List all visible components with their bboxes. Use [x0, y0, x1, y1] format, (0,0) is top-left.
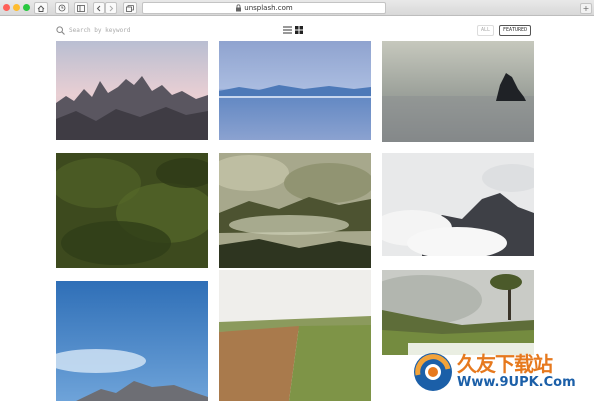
home-icon: [37, 4, 45, 12]
photo-image: [219, 270, 371, 401]
clock-icon: [58, 4, 66, 12]
photo-blue-sky-mountain[interactable]: [56, 281, 208, 401]
photo-misty-hills[interactable]: [219, 153, 371, 268]
forward-button[interactable]: [105, 2, 117, 14]
watermark-logo: [414, 352, 452, 391]
minimize-window-button[interactable]: [13, 4, 20, 11]
view-toggle: [283, 26, 303, 34]
photo-image: [382, 41, 534, 142]
zoom-window-button[interactable]: [23, 4, 30, 11]
photo-farm-field[interactable]: [219, 270, 371, 401]
photo-cloudy-mountains[interactable]: [382, 153, 534, 256]
new-tab-button[interactable]: +: [580, 3, 592, 14]
list-view-icon[interactable]: [283, 26, 292, 34]
photo-image: [56, 281, 208, 401]
search-icon: [56, 26, 65, 35]
photo-green-forest[interactable]: [56, 153, 208, 268]
photo-image: [382, 153, 534, 256]
photo-mountain-peaks[interactable]: [56, 41, 208, 140]
chevron-left-icon: [96, 5, 101, 11]
sidebar-button[interactable]: [74, 2, 88, 14]
photo-image: [56, 153, 208, 268]
sidebar-icon: [77, 4, 85, 12]
search-input[interactable]: [69, 27, 179, 34]
tabs-overview-button[interactable]: [123, 2, 137, 14]
photo-image: [56, 41, 208, 140]
search-bar: [56, 25, 179, 36]
filter-featured-button[interactable]: FEATURED: [499, 25, 532, 36]
close-window-button[interactable]: [3, 4, 10, 11]
back-button[interactable]: [93, 2, 105, 14]
address-text: unsplash.com: [244, 4, 293, 12]
photo-mountain-lake[interactable]: [219, 41, 371, 140]
photo-image: [219, 41, 371, 140]
watermark: 久友下载站 Www.9UPK.Com: [408, 343, 594, 400]
lock-icon: [236, 4, 242, 12]
history-button[interactable]: [55, 2, 69, 14]
address-bar[interactable]: unsplash.com: [142, 2, 386, 14]
watermark-brand: 久友下载站: [457, 352, 553, 376]
tabs-icon: [126, 4, 134, 12]
photo-sea-rock[interactable]: [382, 41, 534, 142]
photo-image: [219, 153, 371, 268]
chevron-right-icon: [109, 5, 114, 11]
filter-all-button[interactable]: ALL: [477, 25, 495, 36]
grid-view-icon[interactable]: [295, 26, 303, 34]
home-button[interactable]: [34, 2, 48, 14]
browser-toolbar: unsplash.com +: [0, 0, 594, 16]
watermark-url: Www.9UPK.Com: [457, 375, 576, 390]
